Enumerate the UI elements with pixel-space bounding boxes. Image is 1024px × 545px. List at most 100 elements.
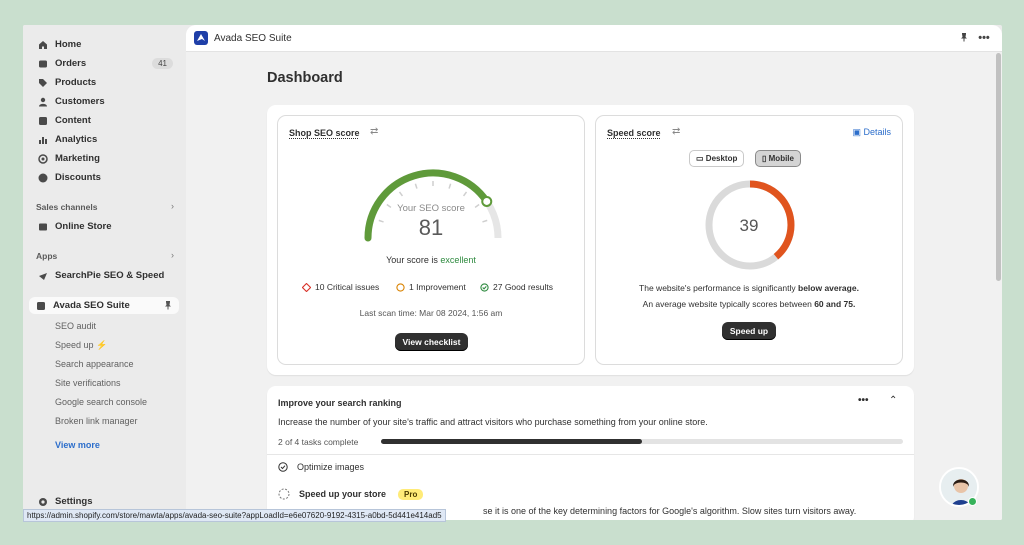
avada-app-icon [35, 300, 46, 311]
sidebar: Home Orders 41 Products Customers Conten… [23, 25, 186, 520]
sidebar-subitem-seo-audit[interactable]: SEO audit [55, 321, 96, 331]
improve-title: Improve your search ranking [278, 398, 402, 408]
sidebar-item-home[interactable]: Home [31, 36, 179, 53]
speed-score-value: 39 [739, 216, 759, 235]
mobile-toggle[interactable]: ▯ Mobile [755, 150, 801, 167]
view-more-link[interactable]: View more [55, 440, 100, 450]
seo-score-heading[interactable]: Shop SEO score [289, 128, 360, 138]
scrollbar-thumb[interactable] [996, 53, 1001, 281]
sidebar-item-settings[interactable]: Settings [31, 493, 179, 510]
sidebar-item-searchpie[interactable]: SearchPie SEO & Speed [31, 267, 179, 284]
desktop-icon: ▭ [696, 154, 704, 163]
content-icon [37, 115, 48, 126]
sidebar-item-label: Marketing [55, 153, 100, 164]
sidebar-item-label: Customers [55, 96, 105, 107]
dashboard-card: Shop SEO score ⇄ Your SEO score 81 Your … [267, 105, 914, 375]
speed-line1-text: The website's performance is significant… [639, 283, 796, 293]
good-results[interactable]: 27 Good results [480, 282, 553, 292]
sidebar-item-avada-seo-suite[interactable]: Avada SEO Suite [29, 297, 179, 314]
improve-description: Increase the number of your site's traff… [278, 417, 708, 427]
chevron-up-icon[interactable]: ⌃ [889, 395, 897, 406]
tasks-progress-bar [381, 439, 903, 444]
chevron-right-icon[interactable]: › [171, 250, 174, 260]
sidebar-subitem-speed-up[interactable]: Speed up ⚡ [55, 340, 107, 351]
task-speed-up-store[interactable]: Speed up your store Pro [278, 488, 424, 500]
tag-icon [37, 77, 48, 88]
app-topbar: Avada SEO Suite ••• [186, 25, 1002, 52]
sidebar-subitem-search-appearance[interactable]: Search appearance [55, 359, 134, 369]
sidebar-subitem-site-verifications[interactable]: Site verifications [55, 378, 121, 388]
sidebar-item-customers[interactable]: Customers [31, 93, 179, 110]
more-options-icon[interactable]: ••• [858, 395, 869, 406]
bar-chart-icon [37, 134, 48, 145]
person-icon [37, 96, 48, 107]
seo-gauge-tick [462, 191, 468, 197]
sidebar-item-orders[interactable]: Orders 41 [31, 55, 179, 72]
chevron-right-icon[interactable]: › [171, 201, 174, 211]
sidebar-item-marketing[interactable]: Marketing [31, 150, 179, 167]
orders-count-badge: 41 [152, 58, 173, 69]
speed-score-panel: Speed score ⇄ ▣ Details ▭ Desktop ▯ Mobi… [595, 115, 903, 365]
check-circle-icon [278, 462, 288, 472]
score-excellent: excellent [440, 255, 476, 265]
pin-icon[interactable] [958, 32, 970, 44]
pin-icon[interactable] [163, 300, 173, 310]
sidebar-item-label: Orders [55, 58, 87, 69]
browser-status-url: https://admin.shopify.com/store/mawta/ap… [23, 509, 446, 522]
critical-issues[interactable]: 10 Critical issues [301, 282, 380, 292]
seo-gauge-label: Your SEO score [397, 203, 465, 214]
sidebar-item-discounts[interactable]: Discounts [31, 169, 179, 186]
sidebar-item-online-store[interactable]: Online Store [31, 218, 179, 235]
refresh-icon[interactable]: ⇄ [672, 126, 680, 137]
online-status-dot [968, 497, 977, 506]
seo-gauge-tick [398, 191, 404, 197]
sidebar-item-label: SearchPie SEO & Speed [55, 270, 165, 281]
critical-issues-label: 10 Critical issues [315, 282, 380, 292]
speed-up-button[interactable]: Speed up [722, 322, 776, 340]
refresh-icon[interactable]: ⇄ [370, 126, 378, 137]
store-icon [37, 221, 48, 232]
sidebar-item-label: Avada SEO Suite [53, 300, 130, 311]
more-options-icon[interactable]: ••• [978, 32, 990, 44]
tasks-progress-fill [381, 439, 642, 444]
sidebar-item-label: Products [55, 77, 97, 88]
task-optimize-images[interactable]: Optimize images [278, 462, 364, 472]
task-label: Speed up your store [299, 489, 387, 499]
speed-line2-bold: 60 and 75. [814, 299, 856, 309]
view-checklist-button[interactable]: View checklist [395, 333, 468, 351]
target-icon [37, 153, 48, 164]
home-icon [37, 39, 48, 50]
critical-diamond-icon [301, 282, 312, 292]
desktop-label: Desktop [705, 154, 738, 163]
details-link[interactable]: ▣ Details [852, 127, 891, 138]
sidebar-item-label: Settings [55, 496, 93, 507]
details-icon: ▣ [852, 127, 861, 137]
task-label: Optimize images [297, 462, 365, 472]
seo-gauge-tick [448, 183, 452, 189]
check-circle-icon [480, 282, 489, 292]
details-label: Details [863, 127, 891, 137]
sidebar-item-analytics[interactable]: Analytics [31, 131, 179, 148]
sidebar-item-content[interactable]: Content [31, 112, 179, 129]
desktop-toggle[interactable]: ▭ Desktop [689, 150, 745, 167]
speed-performance-line: The website's performance is significant… [596, 283, 902, 293]
good-results-label: 27 Good results [493, 282, 554, 292]
sidebar-subitem-google-search-console[interactable]: Google search console [55, 397, 147, 407]
sidebar-item-products[interactable]: Products [31, 74, 179, 91]
improvement-issues[interactable]: 1 Improvement [396, 282, 466, 292]
speed-score-heading[interactable]: Speed score [607, 128, 661, 138]
app-title: Avada SEO Suite [214, 33, 292, 44]
sales-channels-title: Sales channels [36, 202, 98, 212]
pro-badge: Pro [398, 488, 424, 500]
sidebar-item-label: Content [55, 115, 91, 126]
improvement-circle-icon [396, 282, 405, 292]
score-text-prefix: Your score is [386, 255, 438, 265]
sidebar-item-label: Home [55, 39, 82, 50]
improvement-label: 1 Improvement [409, 282, 466, 292]
speed-line2-text: An average website typically scores betw… [642, 299, 812, 309]
sidebar-item-label: Online Store [55, 221, 112, 232]
seo-score-summary: Your score is excellent [278, 255, 584, 265]
speed-line1-bold: below average. [798, 283, 859, 293]
sidebar-subitem-broken-link-manager[interactable]: Broken link manager [55, 416, 138, 426]
seo-score-panel: Shop SEO score ⇄ Your SEO score 81 Your … [277, 115, 585, 365]
